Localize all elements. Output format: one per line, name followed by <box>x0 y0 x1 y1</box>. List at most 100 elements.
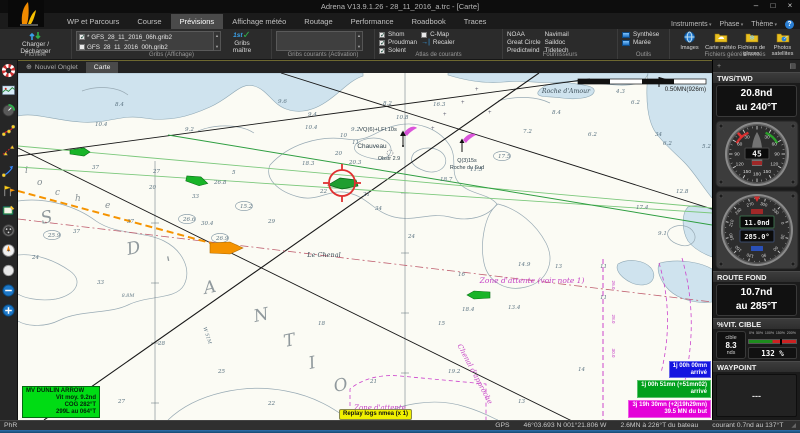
depth-sounding: 25 <box>217 369 226 375</box>
chart-label: Zone d'attente (voir note 1) <box>479 276 585 285</box>
circled-depth: 26.9 <box>215 236 229 242</box>
compass-button[interactable] <box>1 243 16 258</box>
new-tab-icon: ⊕ <box>26 64 32 71</box>
chart-label: Roche du Sud <box>450 165 484 171</box>
outil-synth-se[interactable]: Synthèse <box>622 31 659 38</box>
depth-sounding: 27 <box>117 399 126 405</box>
gribs-maitre-button[interactable]: 1st ✓ Gribs maître <box>225 31 259 55</box>
grib-file-list[interactable]: * GFS_28_11_2016_06h.grib2 GFS_28_11_2016… <box>76 31 214 51</box>
menu-tab-course[interactable]: Course <box>128 14 170 29</box>
menu-phase[interactable]: Phase ▾ <box>720 21 744 28</box>
atlas-checkbox-proudman[interactable]: Proudman <box>379 39 417 47</box>
zoom-out-button[interactable] <box>1 283 16 298</box>
outil-mar-e[interactable]: Marée <box>622 39 659 46</box>
checkbox[interactable] <box>79 33 86 41</box>
chart-label: Obstr 2.9 <box>378 156 400 162</box>
tab-nouvel-onglet[interactable]: ⊕ Nouvel Onglet <box>18 61 86 73</box>
recaler-button[interactable]: →| Recaler <box>421 39 455 46</box>
help-button[interactable]: ? <box>785 20 794 29</box>
maximize-button[interactable]: □ <box>765 0 781 12</box>
chart-label: 28.0 <box>611 315 616 324</box>
svg-text:150: 150 <box>762 169 770 175</box>
zoom-window-button[interactable] <box>1 263 16 278</box>
depth-sounding: 9.2 <box>185 127 194 133</box>
replay-logs-button[interactable]: Replay logs nmea (x 1) <box>339 409 413 420</box>
checkbox[interactable] <box>421 31 428 38</box>
instruments-panel: + ▤ TWS/TWD 20.8nd au 240°T 30 30 60 60 90 90… <box>712 60 800 420</box>
tws-display[interactable]: 20.8nd au 240°T <box>716 85 797 117</box>
chart-canvas[interactable]: ++ ++ + 0.50MN(926m) SD'ANTIOioche 8.410… <box>17 72 713 433</box>
menu-instruments[interactable]: Instruments ▾ <box>671 21 711 28</box>
pin-icon[interactable]: + <box>717 63 721 70</box>
svg-text:+: + <box>488 110 492 116</box>
menu-tab-wp-et-parcours[interactable]: WP et Parcours <box>58 14 128 29</box>
route-waypoints-button[interactable] <box>1 123 16 138</box>
instruments-button[interactable] <box>1 103 16 118</box>
provider-navimail[interactable]: Navimail <box>545 31 569 38</box>
group-label: Fichiers <box>24 52 46 58</box>
grib-file-row[interactable]: * GFS_28_11_2016_06h.grib2 <box>77 32 213 42</box>
chart-button[interactable] <box>1 83 16 98</box>
depth-sounding: 10.4 <box>305 125 318 131</box>
grib-file-row[interactable]: GFS_28_11_2016_00h.grib2 <box>77 42 213 50</box>
grib-list-scrollbar[interactable]: ▲ ▼ <box>214 31 221 51</box>
chart-label: Chauveau <box>357 143 387 150</box>
menu-tab-pr-visions[interactable]: Prévisions <box>170 14 224 29</box>
wind-angle-gauge[interactable]: 30306060909012012015015018045 <box>715 120 799 188</box>
svg-text:+: + <box>431 126 435 132</box>
minimize-button[interactable]: – <box>748 0 764 12</box>
menu-tab-affichage-m-t-o[interactable]: Affichage météo <box>223 14 295 29</box>
close-button[interactable]: × <box>782 0 798 12</box>
menu-tab-performance[interactable]: Performance <box>342 14 403 29</box>
depth-sounding: 27 <box>152 169 161 175</box>
provider-great-circle[interactable]: Great Circle <box>507 39 541 46</box>
menu-tab-traces[interactable]: Traces <box>455 14 496 29</box>
menu-tab-routage[interactable]: Routage <box>295 14 341 29</box>
compass-gauge[interactable]: 0306090120150180210240270 30033011.0nd285… <box>715 190 799 270</box>
depth-sounding: 22 <box>267 401 276 407</box>
tab-carte[interactable]: Carte <box>85 62 119 73</box>
synth-se-icon <box>622 31 630 38</box>
svg-text:60: 60 <box>737 142 743 148</box>
mob-button[interactable] <box>1 63 16 78</box>
depth-sounding: 6.2 <box>663 141 672 147</box>
atlas-checkbox-shom[interactable]: Shom <box>379 31 417 39</box>
checkbox[interactable] <box>79 44 85 50</box>
provider-saildoc[interactable]: Saildoc <box>545 39 569 46</box>
panel-menu-icon[interactable]: ▤ <box>789 62 796 70</box>
checkbox[interactable] <box>379 39 386 47</box>
cmap-checkbox[interactable]: C-Map <box>421 31 455 38</box>
gribs-courants-list[interactable] <box>276 31 356 51</box>
zoom-in-button[interactable] <box>1 303 16 318</box>
menu-tab-roadbook[interactable]: Roadbook <box>403 14 455 29</box>
chart-label: 8.8M <box>122 293 136 299</box>
depth-sounding: 21 <box>369 379 377 385</box>
depth-sounding: 14 <box>578 367 586 373</box>
depth-sounding: 17.4 <box>636 205 649 211</box>
ais-info-box[interactable]: MV DUNLIN ARROW Vit moy. 9.2nd COG 282°T… <box>22 386 100 418</box>
percent-scale: 0% 50% 100% 150% 200% <box>749 331 796 335</box>
checkbox[interactable] <box>379 31 386 39</box>
provider-noaa[interactable]: NOAA <box>507 31 541 38</box>
resize-grip[interactable]: ◢ <box>791 422 796 429</box>
regatta-flags-button[interactable] <box>1 183 16 198</box>
document-tab-bar: ⊕ Nouvel Onglet Carte <box>18 60 712 73</box>
depth-sounding: 18.7 <box>440 177 453 183</box>
menu-th-me[interactable]: Thème ▾ <box>751 21 777 28</box>
depth-sounding: 18.3 <box>302 161 315 167</box>
depth-sounding: 28 <box>157 341 166 347</box>
route-marks-button[interactable] <box>1 143 16 158</box>
ice-folder-icon: ❄ <box>745 33 758 43</box>
route-plot-button[interactable] <box>1 163 16 178</box>
connections-button[interactable] <box>1 223 16 238</box>
logbook-button[interactable] <box>1 203 16 218</box>
depth-sounding: 4.3 <box>615 89 625 95</box>
chevron-down-icon: ▾ <box>773 22 777 28</box>
vit-cible-display: cible 8.3 nds 0% 50% 100% 150% 200% 132 % <box>713 329 800 361</box>
route-fond-display[interactable]: 10.7nd au 285°T <box>716 284 797 316</box>
waypoint-display[interactable]: --- <box>716 374 797 417</box>
depth-sounding: 26.8 <box>213 180 227 186</box>
gribs-courants-scrollbar[interactable]: ▲ ▼ <box>356 31 363 51</box>
depth-sounding: 24 <box>407 234 416 240</box>
recaler-icon: →| <box>421 39 430 46</box>
